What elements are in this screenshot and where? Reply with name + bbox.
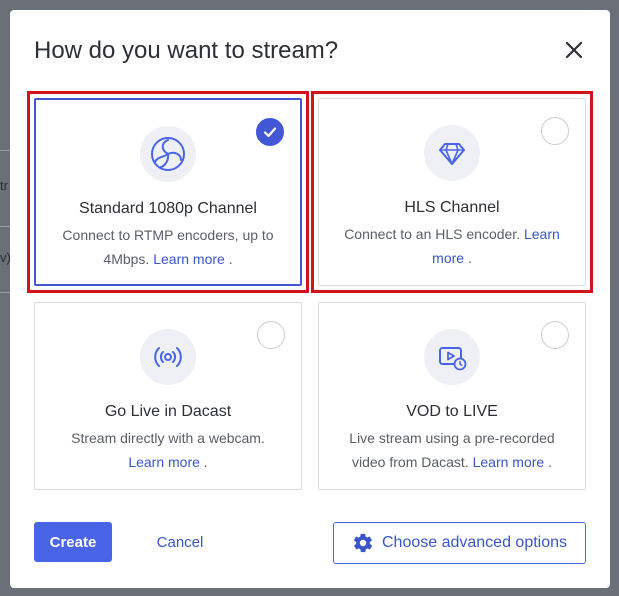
learn-more-link[interactable]: Learn more — [473, 454, 545, 470]
video-clock-icon — [439, 347, 467, 371]
option-description: Stream directly with a webcam. Learn mor… — [55, 426, 281, 474]
close-button[interactable] — [562, 38, 586, 62]
cancel-button[interactable]: Cancel — [140, 522, 220, 562]
option-standard-1080p[interactable]: Standard 1080p Channel Connect to RTMP e… — [34, 98, 302, 286]
option-description: Connect to an HLS encoder. Learn more . — [339, 222, 565, 270]
option-icon-container — [140, 126, 196, 182]
option-radio[interactable] — [541, 321, 569, 349]
option-icon-container — [140, 329, 196, 385]
option-title: HLS Channel — [404, 199, 500, 216]
choose-advanced-options-button[interactable]: Choose advanced options — [333, 522, 586, 564]
close-icon — [565, 41, 583, 59]
option-icon-container — [424, 329, 480, 385]
learn-more-link[interactable]: Learn more — [153, 251, 225, 267]
option-icon-container — [424, 125, 480, 181]
broadcast-icon — [154, 347, 182, 367]
option-title: VOD to LIVE — [406, 403, 498, 420]
create-button[interactable]: Create — [34, 522, 112, 562]
option-description-suffix: . — [203, 454, 208, 470]
option-description: Connect to RTMP encoders, up to 4Mbps. L… — [56, 223, 280, 271]
option-radio[interactable] — [541, 117, 569, 145]
option-radio-selected[interactable] — [256, 118, 284, 146]
backdrop-text-1: tr — [0, 178, 8, 193]
learn-more-link[interactable]: Learn more — [128, 454, 200, 470]
option-title: Standard 1080p Channel — [79, 200, 257, 217]
checkmark-icon — [263, 127, 277, 138]
option-title: Go Live in Dacast — [104, 403, 232, 420]
option-description-suffix: . — [228, 251, 233, 267]
option-description-text: Stream directly with a webcam. — [71, 430, 265, 446]
dialog-title: How do you want to stream? — [34, 37, 339, 64]
option-vod-to-live[interactable]: VOD to LIVE Live stream using a pre-reco… — [318, 302, 586, 490]
option-description-suffix: . — [548, 454, 552, 470]
option-go-live-dacast[interactable]: Go Live in Dacast Stream directly with a… — [34, 302, 302, 490]
option-description: Live stream using a pre-recorded video f… — [339, 426, 565, 474]
advanced-button-label: Choose advanced options — [381, 534, 568, 551]
gear-icon — [353, 533, 373, 553]
obs-logo-icon — [151, 137, 185, 171]
diamond-icon — [439, 143, 465, 165]
option-description-text: Connect to an HLS encoder. — [344, 226, 521, 242]
stream-type-dialog: How do you want to stream? Standard 1080… — [10, 10, 610, 588]
option-hls-channel[interactable]: HLS Channel Connect to an HLS encoder. L… — [318, 98, 586, 286]
option-description-suffix: . — [467, 250, 472, 266]
option-radio[interactable] — [257, 321, 285, 349]
